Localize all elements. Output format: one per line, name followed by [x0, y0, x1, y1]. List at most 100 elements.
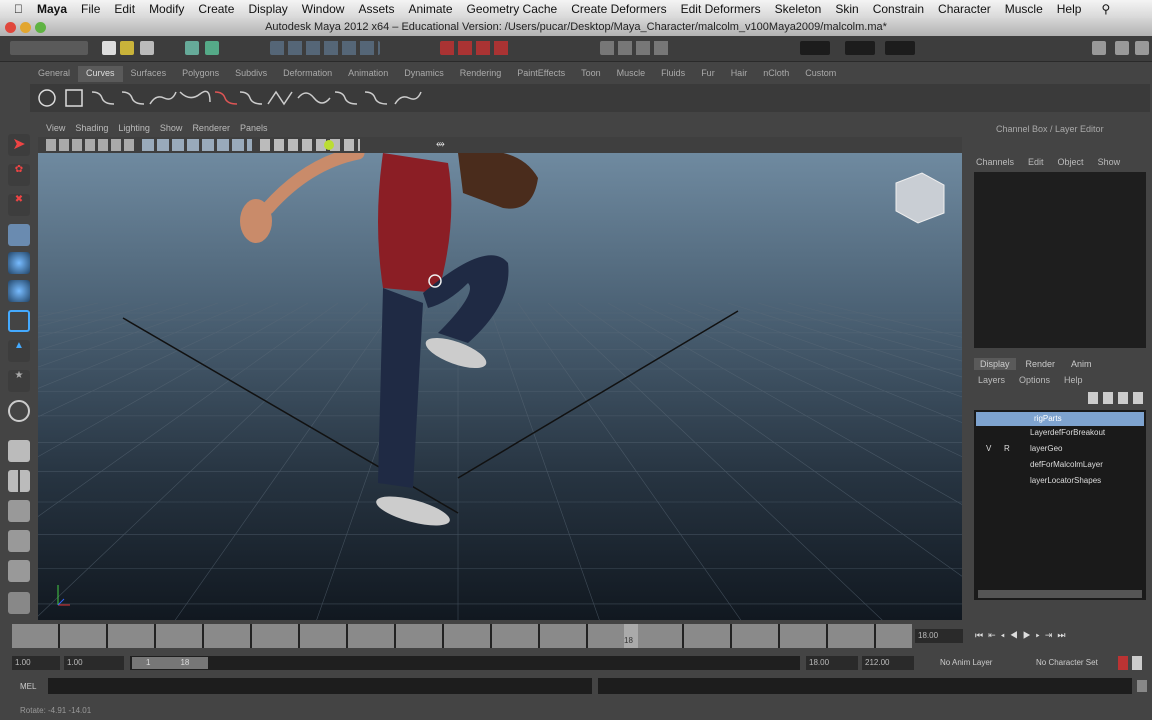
outliner-icon[interactable]: [8, 592, 30, 614]
object-menu[interactable]: Object: [1058, 157, 1084, 167]
channels-menu[interactable]: Channels: [976, 157, 1014, 167]
persp-graph-layout-icon[interactable]: [8, 530, 30, 552]
shelf-tab-toon[interactable]: Toon: [573, 66, 609, 82]
playback-controls[interactable]: ⏮⇤◂◀▶▸⇥⏭: [975, 630, 1071, 641]
menu-character[interactable]: Character: [938, 2, 991, 16]
shelf-tab-surfaces[interactable]: Surfaces: [123, 66, 175, 82]
menu-maya[interactable]: Maya: [37, 2, 67, 16]
anim-prefs-button[interactable]: [1132, 656, 1142, 670]
lasso-tool-icon[interactable]: ✿: [8, 164, 30, 186]
select-hierarchy-icon[interactable]: [185, 41, 199, 55]
character-model[interactable]: [240, 153, 538, 531]
anim-layer-dropdown[interactable]: No Anim Layer: [940, 658, 992, 667]
menu-geometry-cache[interactable]: Geometry Cache: [467, 2, 558, 16]
shelf-tab-rendering[interactable]: Rendering: [452, 66, 510, 82]
menu-set-dropdown[interactable]: [10, 41, 88, 55]
hypershade-layout-icon[interactable]: [8, 560, 30, 582]
render-icons[interactable]: [600, 41, 670, 55]
tab-render[interactable]: Render: [1020, 358, 1062, 370]
current-frame-field[interactable]: 18.00: [915, 629, 963, 643]
layer-row[interactable]: layerLocatorShapes: [1030, 476, 1101, 485]
selection-mask-icons[interactable]: [270, 41, 380, 55]
viewport-menu-renderer[interactable]: Renderer: [192, 123, 230, 137]
shelf-tab-curves[interactable]: Curves: [78, 66, 123, 82]
menu-skeleton[interactable]: Skeleton: [775, 2, 822, 16]
open-scene-icon[interactable]: [120, 41, 134, 55]
layer-row[interactable]: LayerdefForBreakout: [1030, 428, 1105, 437]
playback-start-field[interactable]: 1.00: [64, 656, 124, 670]
viewport-menu-panels[interactable]: Panels: [240, 123, 268, 137]
layer-row[interactable]: layerGeo: [1030, 444, 1062, 453]
new-scene-icon[interactable]: [102, 41, 116, 55]
input-field[interactable]: [885, 41, 915, 55]
isolate-select-icon[interactable]: ⥈: [436, 138, 445, 151]
shelf-tab-deformation[interactable]: Deformation: [275, 66, 340, 82]
apple-icon[interactable]: : [14, 2, 23, 16]
auto-key-button[interactable]: [1118, 656, 1128, 670]
show-menu[interactable]: Show: [1098, 157, 1121, 167]
layer-playback[interactable]: R: [1004, 444, 1010, 453]
menu-create-deformers[interactable]: Create Deformers: [571, 2, 666, 16]
script-editor-icon[interactable]: [1137, 680, 1147, 692]
move-tool-icon[interactable]: [8, 224, 30, 246]
shelf-tab-general[interactable]: General: [30, 66, 78, 82]
select-tool-icon[interactable]: ➤: [8, 134, 30, 156]
range-start-field[interactable]: 1.00: [12, 656, 60, 670]
shelf-tab-animation[interactable]: Animation: [340, 66, 396, 82]
menu-edit[interactable]: Edit: [114, 2, 135, 16]
channel-box-list[interactable]: [974, 172, 1146, 348]
layer-scrollbar[interactable]: [978, 590, 1142, 598]
menu-animate[interactable]: Animate: [409, 2, 453, 16]
time-slider[interactable]: 18: [12, 624, 912, 648]
curve-tools-icons[interactable]: [30, 84, 450, 112]
single-perspective-layout-icon[interactable]: [8, 440, 30, 462]
tab-anim[interactable]: Anim: [1065, 358, 1098, 370]
shelf-tab-muscle[interactable]: Muscle: [609, 66, 654, 82]
help-menu[interactable]: Help: [1064, 375, 1083, 385]
viewport-menu-view[interactable]: View: [46, 123, 65, 137]
menu-constrain[interactable]: Constrain: [873, 2, 924, 16]
show-manip-icon[interactable]: ★: [8, 370, 30, 392]
viewport-menu-lighting[interactable]: Lighting: [118, 123, 150, 137]
zoom-button[interactable]: [35, 22, 46, 33]
layer-visibility[interactable]: V: [986, 444, 991, 453]
layer-row-rigparts[interactable]: rigParts: [976, 412, 1144, 426]
last-tool-icon[interactable]: [8, 400, 30, 422]
shelf-tab-subdivs[interactable]: Subdivs: [227, 66, 275, 82]
save-scene-icon[interactable]: [140, 41, 154, 55]
shelf-tab-custom[interactable]: Custom: [797, 66, 844, 82]
shelf-tab-fluids[interactable]: Fluids: [653, 66, 693, 82]
manipulator-tool-icon[interactable]: [8, 310, 30, 332]
channel-box-icon[interactable]: [1135, 41, 1149, 55]
shelf-tab-dynamics[interactable]: Dynamics: [396, 66, 452, 82]
playback-end-field[interactable]: 18.00: [806, 656, 858, 670]
soft-mod-icon[interactable]: ▲: [8, 340, 30, 362]
menu-assets[interactable]: Assets: [358, 2, 394, 16]
snap-icons[interactable]: [440, 41, 510, 55]
menu-create[interactable]: Create: [198, 2, 234, 16]
input-field[interactable]: [800, 41, 830, 55]
options-menu[interactable]: Options: [1019, 375, 1050, 385]
character-set-dropdown[interactable]: No Character Set: [1036, 658, 1098, 667]
shelf-tab-painteffects[interactable]: PaintEffects: [509, 66, 573, 82]
persp-outliner-layout-icon[interactable]: [8, 500, 30, 522]
range-slider-handle[interactable]: 1 18: [132, 657, 208, 669]
input-field[interactable]: [845, 41, 875, 55]
lighting-icon[interactable]: [324, 140, 334, 150]
attribute-editor-icon[interactable]: [1092, 41, 1106, 55]
spotlight-icon[interactable]: ⚲: [1101, 2, 1110, 16]
perspective-viewport[interactable]: [38, 153, 962, 620]
menu-help[interactable]: Help: [1057, 2, 1082, 16]
shading-icons[interactable]: [260, 139, 360, 151]
layers-menu[interactable]: Layers: [978, 375, 1005, 385]
select-object-icon[interactable]: [205, 41, 219, 55]
viewport-menu-shading[interactable]: Shading: [75, 123, 108, 137]
new-layer-icons[interactable]: [1088, 392, 1148, 404]
camera-tools-icons[interactable]: [46, 139, 136, 151]
shelf-tab-ncloth[interactable]: nCloth: [755, 66, 797, 82]
menu-muscle[interactable]: Muscle: [1005, 2, 1043, 16]
display-mode-icons[interactable]: [142, 139, 252, 151]
tool-settings-icon[interactable]: [1115, 41, 1129, 55]
edit-menu[interactable]: Edit: [1028, 157, 1044, 167]
current-time-marker[interactable]: 18: [624, 624, 638, 648]
